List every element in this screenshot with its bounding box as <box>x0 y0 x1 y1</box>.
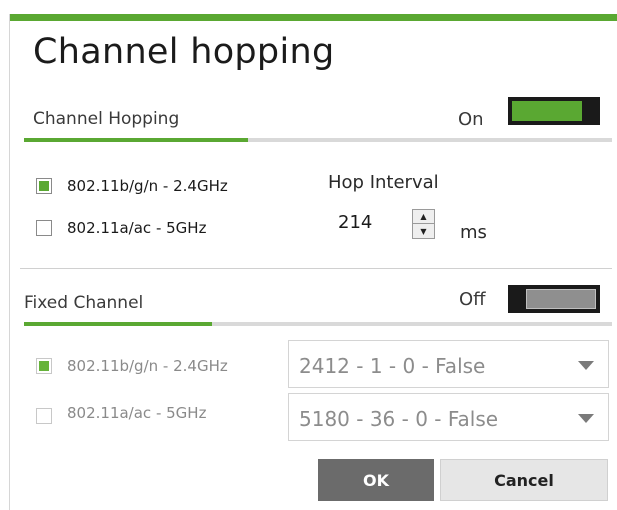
window-border <box>9 14 10 510</box>
section-underline-accent <box>24 322 212 326</box>
hopping-band-24ghz-label: 802.11b/g/n - 2.4GHz <box>67 177 228 195</box>
ok-button[interactable]: OK <box>318 459 434 501</box>
hop-interval-stepper[interactable]: ▲ ▼ <box>412 209 435 239</box>
fixed-channel-section-label: Fixed Channel <box>24 293 144 313</box>
fixed-channel-24ghz-select[interactable]: 2412 - 1 - 0 - False <box>288 340 609 388</box>
section-divider <box>20 268 612 269</box>
stepper-down-icon[interactable]: ▼ <box>413 224 434 238</box>
chevron-down-icon <box>578 361 594 370</box>
window-accent-bar <box>10 14 617 21</box>
hop-interval-unit: ms <box>460 222 487 243</box>
hop-interval-label: Hop Interval <box>328 172 439 193</box>
hopping-band-5ghz-checkbox[interactable] <box>36 220 52 236</box>
checkbox-check-mark <box>39 361 49 371</box>
channel-hopping-toggle-label: On <box>458 109 484 130</box>
cancel-button[interactable]: Cancel <box>440 459 608 501</box>
section-underline-accent <box>24 138 248 142</box>
dialog-title: Channel hopping <box>33 32 335 72</box>
select-value: 2412 - 1 - 0 - False <box>299 354 486 378</box>
hopping-band-24ghz-checkbox[interactable] <box>36 178 52 194</box>
toggle-fill <box>526 289 596 309</box>
hop-interval-value[interactable]: 214 <box>338 212 372 233</box>
fixed-channel-5ghz-select[interactable]: 5180 - 36 - 0 - False <box>288 393 609 441</box>
fixed-band-5ghz-checkbox[interactable] <box>36 408 52 424</box>
checkbox-check-mark <box>39 181 49 191</box>
fixed-band-5ghz-label: 802.11a/ac - 5GHz <box>67 404 207 422</box>
chevron-down-icon <box>578 414 594 423</box>
fixed-channel-toggle-label: Off <box>459 289 486 310</box>
fixed-band-24ghz-checkbox[interactable] <box>36 358 52 374</box>
select-value: 5180 - 36 - 0 - False <box>299 407 499 431</box>
fixed-channel-toggle[interactable] <box>508 285 600 313</box>
toggle-fill <box>512 101 582 121</box>
fixed-band-24ghz-label: 802.11b/g/n - 2.4GHz <box>67 357 228 375</box>
channel-hopping-toggle[interactable] <box>508 97 600 125</box>
hopping-band-5ghz-label: 802.11a/ac - 5GHz <box>67 219 207 237</box>
channel-hopping-section-label: Channel Hopping <box>33 109 180 129</box>
stepper-up-icon[interactable]: ▲ <box>413 210 434 224</box>
